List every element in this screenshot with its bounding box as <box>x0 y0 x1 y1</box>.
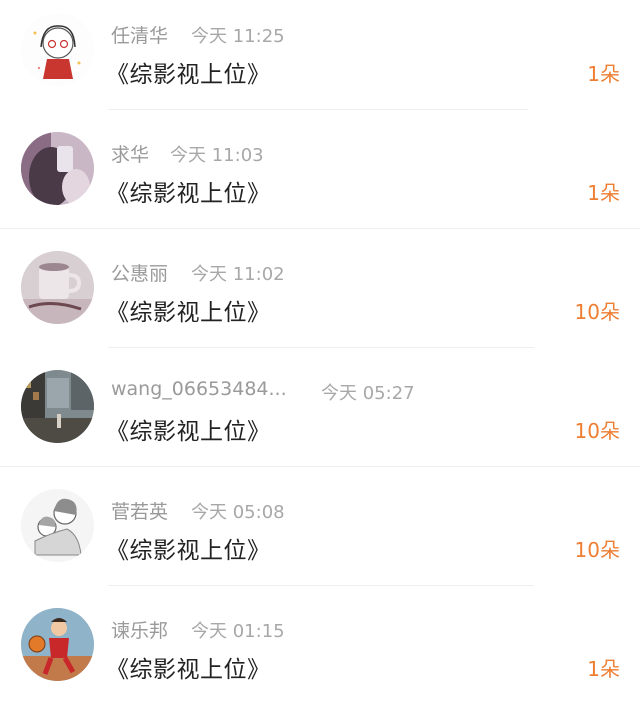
list-item[interactable]: 求华 今天 11:03 《综影视上位》 1朵 <box>0 119 640 238</box>
list-item[interactable]: 任清华 今天 11:25 《综影视上位》 1朵 <box>0 0 640 119</box>
gift-title[interactable]: 《综影视上位》 <box>106 293 271 327</box>
list-item[interactable]: 菅若英 今天 05:08 《综影视上位》 10朵 <box>0 476 640 595</box>
avatar[interactable] <box>21 251 94 324</box>
list-item[interactable]: 公惠丽 今天 11:02 《综影视上位》 10朵 <box>0 238 640 357</box>
flower-count: 10朵 <box>574 300 620 324</box>
avatar[interactable] <box>21 489 94 562</box>
username[interactable]: 求华 <box>111 140 149 167</box>
timestamp: 今天 05:08 <box>191 502 285 523</box>
username[interactable]: 菅若英 <box>111 497 168 524</box>
gift-record-list: 任清华 今天 11:25 《综影视上位》 1朵 求华 今天 11:03 《综影视… <box>0 0 640 713</box>
timestamp: 今天 11:25 <box>191 26 285 47</box>
flower-count: 1朵 <box>587 181 620 205</box>
flower-count: 10朵 <box>574 538 620 562</box>
avatar[interactable] <box>21 132 94 205</box>
timestamp: 今天 01:15 <box>191 621 285 642</box>
gift-title[interactable]: 《综影视上位》 <box>106 412 271 446</box>
divider <box>108 347 534 348</box>
flower-count: 1朵 <box>587 657 620 681</box>
gift-title[interactable]: 《综影视上位》 <box>106 650 271 684</box>
gift-title[interactable]: 《综影视上位》 <box>106 174 271 208</box>
coffee-mug-avatar-icon <box>21 251 94 324</box>
list-item[interactable]: wang_06653484... 今天 05:27 《综影视上位》 10朵 <box>0 357 640 476</box>
sketch-couple-avatar-icon <box>21 489 94 562</box>
divider <box>108 585 534 586</box>
city-photo-avatar-icon <box>21 370 94 443</box>
timestamp: 今天 05:27 <box>321 383 415 404</box>
divider <box>108 109 528 110</box>
list-item[interactable]: 谏乐邦 今天 01:15 《综影视上位》 1朵 <box>0 595 640 714</box>
username[interactable]: 任清华 <box>111 21 168 48</box>
username[interactable]: 谏乐邦 <box>111 616 168 643</box>
basketball-player-avatar-icon <box>21 608 94 681</box>
sketch-girl-avatar-icon <box>21 13 94 86</box>
gift-title[interactable]: 《综影视上位》 <box>106 55 271 89</box>
avatar[interactable] <box>21 13 94 86</box>
timestamp: 今天 11:03 <box>170 145 264 166</box>
avatar[interactable] <box>21 608 94 681</box>
mirror-selfie-avatar-icon <box>21 132 94 205</box>
flower-count: 1朵 <box>587 62 620 86</box>
username[interactable]: wang_06653484... <box>111 378 287 400</box>
divider <box>0 466 640 467</box>
username[interactable]: 公惠丽 <box>111 259 168 286</box>
avatar[interactable] <box>21 370 94 443</box>
flower-count: 10朵 <box>574 419 620 443</box>
divider <box>0 228 640 229</box>
timestamp: 今天 11:02 <box>191 264 285 285</box>
gift-title[interactable]: 《综影视上位》 <box>106 531 271 565</box>
